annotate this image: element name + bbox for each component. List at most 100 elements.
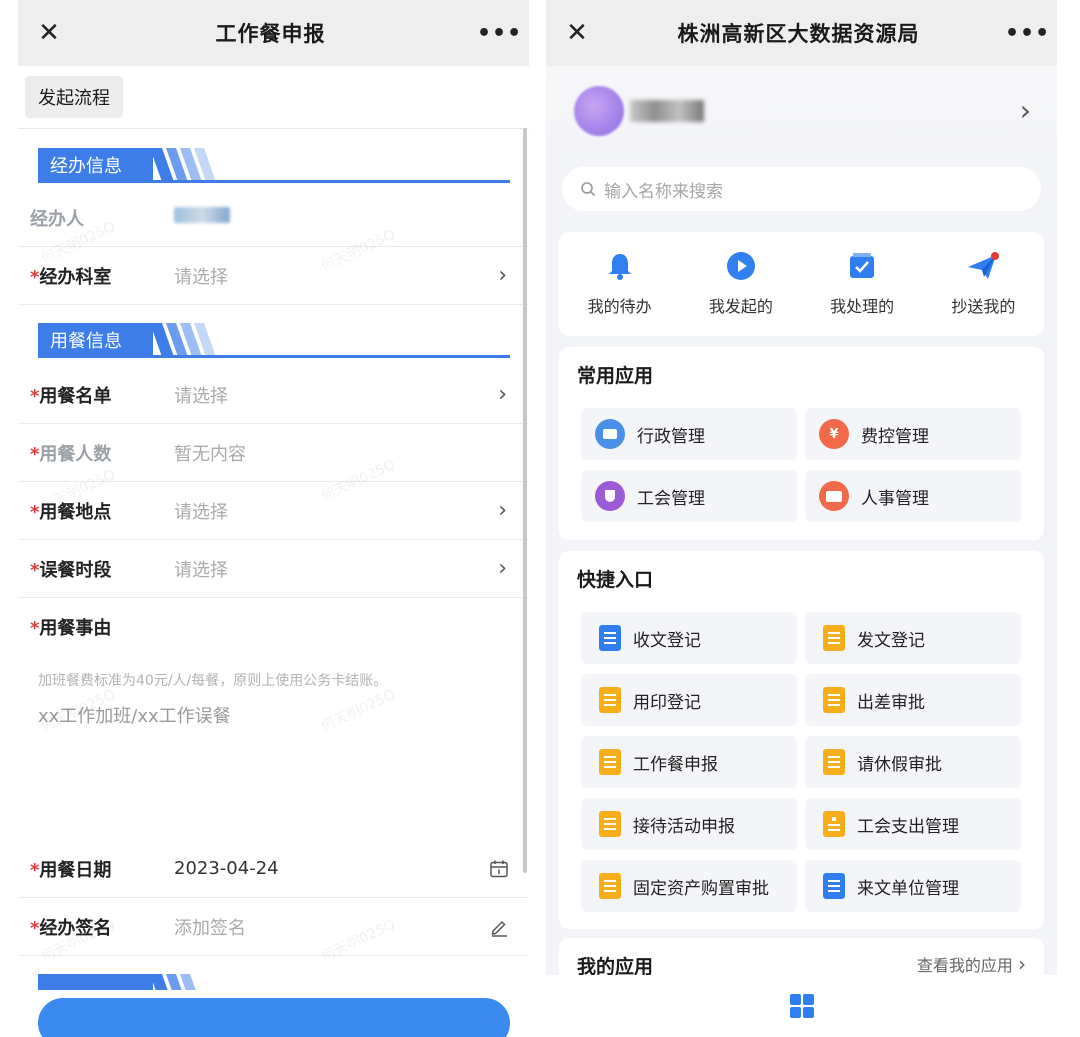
document-icon — [599, 687, 621, 713]
shortcut-label: 来文单位管理 — [857, 878, 959, 899]
app-label: 行政管理 — [637, 426, 705, 447]
missed-time-row[interactable]: *误餐时段 请选择 › — [18, 540, 529, 598]
quick-label: 我发起的 — [708, 297, 773, 316]
blurred-name — [174, 207, 230, 223]
app-label: 费控管理 — [861, 426, 929, 447]
more-icon[interactable]: ••• — [1005, 21, 1049, 46]
shortcut-asset[interactable]: 固定资产购置审批 — [581, 860, 797, 912]
shortcut-union-expense[interactable]: 工会支出管理 — [805, 798, 1021, 850]
org-chart-icon — [823, 811, 845, 837]
search-input[interactable]: 输入名称来搜索 — [562, 167, 1041, 211]
apps-grid-icon[interactable] — [789, 993, 815, 1019]
submit-button[interactable] — [38, 998, 510, 1037]
meal-count-label: *用餐人数 — [30, 443, 112, 465]
document-icon — [823, 625, 845, 651]
section-header-handler: 经办信息 — [38, 148, 510, 186]
app-label: 人事管理 — [861, 488, 929, 509]
quick-label: 我的待办 — [587, 297, 652, 316]
section-underline — [38, 180, 510, 183]
handler-value — [174, 207, 230, 228]
profile-row[interactable]: › — [546, 66, 1057, 156]
app-hr[interactable]: 人事管理 — [805, 470, 1021, 522]
document-icon — [599, 625, 621, 651]
top-bar: ✕ 株洲高新区大数据资源局 ••• — [546, 0, 1057, 66]
paper-plane-icon — [968, 252, 1000, 279]
close-icon[interactable]: ✕ — [34, 18, 64, 48]
stripes-decoration — [150, 323, 216, 357]
handler-row: 经办人 — [18, 189, 529, 247]
meal-place-value: 请选择 — [174, 501, 228, 523]
shortcut-sender-unit[interactable]: 来文单位管理 — [805, 860, 1021, 912]
yen-icon: ¥ — [819, 419, 849, 449]
dept-row[interactable]: *经办科室 请选择 › — [18, 247, 529, 305]
common-apps-grid: 行政管理 ¥ 费控管理 工会管理 人事管理 — [581, 408, 1021, 522]
quick-processed[interactable]: 我处理的 — [807, 251, 917, 317]
meal-list-row[interactable]: *用餐名单 请选择 › — [18, 366, 529, 424]
missed-time-label: *误餐时段 — [30, 559, 112, 581]
right-screen: ✕ 株洲高新区大数据资源局 ••• › 输入名称来搜索 我的待办 我发起的 我处… — [546, 0, 1057, 1037]
pen-icon[interactable] — [489, 917, 509, 937]
shortcut-reception[interactable]: 接待活动申报 — [581, 798, 797, 850]
left-screen: ✕ 工作餐申报 ••• 发起流程 经办信息 经办人 *经办科室 请选择 › 用餐… — [18, 0, 529, 1037]
chevron-right-icon: › — [498, 556, 507, 581]
more-icon[interactable]: ••• — [477, 21, 521, 46]
quick-initiated[interactable]: 我发起的 — [686, 251, 796, 317]
quick-actions-card: 我的待办 我发起的 我处理的 抄送我的 — [559, 232, 1044, 336]
chevron-right-icon: › — [1019, 94, 1031, 127]
blurred-username — [630, 100, 704, 122]
handler-label: 经办人 — [30, 208, 84, 230]
start-process-button[interactable]: 发起流程 — [25, 76, 123, 118]
quick-label: 抄送我的 — [951, 297, 1016, 316]
section-header-meal: 用餐信息 — [38, 323, 510, 361]
search-icon — [581, 182, 596, 197]
shortcut-label: 工作餐申报 — [633, 754, 718, 775]
scrollbar[interactable] — [523, 128, 527, 873]
app-union[interactable]: 工会管理 — [581, 470, 797, 522]
calendar-icon[interactable] — [489, 859, 509, 879]
shortcut-incoming[interactable]: 收文登记 — [581, 612, 797, 664]
shortcut-leave[interactable]: 请休假审批 — [805, 736, 1021, 788]
search-placeholder: 输入名称来搜索 — [604, 181, 723, 202]
app-expense[interactable]: ¥ 费控管理 — [805, 408, 1021, 460]
dept-label: *经办科室 — [30, 266, 112, 288]
shortcut-meal[interactable]: 工作餐申报 — [581, 736, 797, 788]
meal-count-value: 暂无内容 — [174, 443, 246, 465]
app-admin[interactable]: 行政管理 — [581, 408, 797, 460]
watermark: 何天明025Q — [318, 686, 398, 736]
section-underline — [38, 355, 510, 358]
page-title: 株洲高新区大数据资源局 — [677, 22, 920, 46]
shortcut-label: 发文登记 — [857, 630, 925, 651]
stripes-decoration — [150, 148, 216, 182]
section-title: 快捷入口 — [577, 569, 654, 591]
sign-row[interactable]: *经办签名 添加签名 — [18, 898, 529, 956]
quick-cc[interactable]: 抄送我的 — [928, 251, 1038, 317]
shortcut-grid: 收文登记 发文登记 用印登记 出差审批 工作餐申报 请休假审批 接待活动申报 工… — [581, 612, 1021, 912]
shortcut-seal[interactable]: 用印登记 — [581, 674, 797, 726]
folder-icon — [595, 419, 625, 449]
close-icon[interactable]: ✕ — [562, 18, 592, 48]
shortcut-trip[interactable]: 出差审批 — [805, 674, 1021, 726]
check-box-icon — [850, 253, 875, 278]
shortcut-label: 接待活动申报 — [633, 816, 735, 837]
document-icon — [823, 687, 845, 713]
meal-place-row[interactable]: *用餐地点 请选择 › — [18, 482, 529, 540]
divider — [18, 128, 529, 129]
reason-textarea[interactable]: xx工作加班/xx工作误餐 — [38, 702, 231, 728]
quick-todo[interactable]: 我的待办 — [565, 251, 675, 317]
view-my-apps-link[interactable]: 查看我的应用 › — [917, 952, 1026, 976]
date-value: 2023-04-24 — [174, 858, 279, 879]
meal-count-row: *用餐人数 暂无内容 — [18, 424, 529, 482]
bottom-bar — [546, 975, 1057, 1037]
meal-place-label: *用餐地点 — [30, 501, 112, 523]
shortcut-outgoing[interactable]: 发文登记 — [805, 612, 1021, 664]
sign-label: *经办签名 — [30, 917, 112, 939]
reason-hint: 加班餐费标准为40元/人/每餐，原则上使用公务卡结账。 — [38, 673, 388, 689]
shortcut-label: 工会支出管理 — [857, 816, 959, 837]
top-bar: ✕ 工作餐申报 ••• — [18, 0, 529, 66]
chevron-right-icon: › — [1018, 952, 1026, 976]
app-label: 工会管理 — [637, 488, 705, 509]
shortcut-card: 快捷入口 收文登记 发文登记 用印登记 出差审批 工作餐申报 请休假审批 接待活… — [559, 551, 1044, 929]
meal-list-label: *用餐名单 — [30, 385, 112, 407]
shortcut-label: 用印登记 — [633, 692, 701, 713]
date-row[interactable]: *用餐日期 2023-04-24 — [18, 840, 529, 898]
